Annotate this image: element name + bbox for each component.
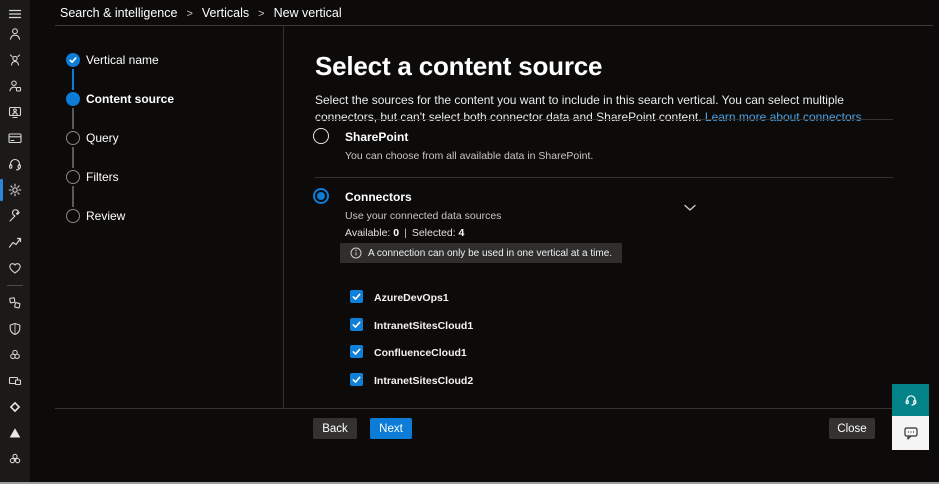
available-label: Available: (345, 227, 391, 239)
next-button[interactable]: Next (370, 418, 412, 439)
step-connector (72, 108, 74, 129)
connection-label-confluencecloud1[interactable]: ConfluenceCloud1 (374, 347, 467, 359)
wizard-step-filters[interactable]: Filters (86, 170, 119, 184)
connection-label-azuredevops1[interactable]: AzureDevOps1 (374, 292, 449, 304)
connection-label-intranetsitescloud1[interactable]: IntranetSitesCloud1 (374, 320, 473, 332)
feedback-button[interactable] (892, 416, 929, 450)
selected-indicator (0, 179, 3, 201)
roles-icon[interactable] (0, 74, 30, 98)
azure-ad-icon[interactable] (0, 447, 30, 471)
radio-selected-dot (317, 192, 325, 200)
users-icon[interactable] (0, 22, 30, 46)
reports-icon[interactable] (0, 230, 30, 254)
step-upcoming-dot[interactable] (66, 131, 80, 145)
info-message: A connection can only be used in one ver… (340, 243, 623, 263)
breadcrumb-separator: > (258, 8, 265, 20)
connectors-option-description: Use your connected data sources (345, 210, 502, 222)
checkbox-confluencecloud1[interactable] (350, 345, 363, 358)
teams-admin-icon[interactable] (0, 421, 30, 445)
help-button[interactable] (892, 384, 929, 416)
section-divider (315, 177, 893, 178)
billing-icon[interactable] (0, 126, 30, 150)
breadcrumb: Search & intelligence > Verticals > New vert… (60, 6, 342, 20)
info-message-text: A connection can only be used in one ver… (368, 247, 613, 259)
back-button[interactable]: Back (313, 418, 357, 439)
checkbox-intranetsitescloud2[interactable] (350, 373, 363, 386)
checkbox-azuredevops1[interactable] (350, 290, 363, 303)
devices-icon[interactable] (0, 100, 30, 124)
connectors-availability: Available: 0 | Selected: 4 (345, 227, 464, 239)
breadcrumb-search-intelligence[interactable]: Search & intelligence (60, 6, 177, 20)
security-icon[interactable] (0, 317, 30, 341)
close-button[interactable]: Close (829, 418, 875, 439)
connectors-option-label[interactable]: Connectors (345, 190, 412, 204)
footer-divider (55, 408, 893, 409)
health-icon[interactable] (0, 256, 30, 280)
breadcrumb-new-vertical: New vertical (273, 6, 342, 20)
wizard-panel-divider (283, 26, 284, 408)
step-connector (72, 186, 74, 207)
step-connector (72, 147, 74, 168)
selected-label: Selected: (411, 227, 456, 239)
setup-icon[interactable] (0, 204, 30, 228)
step-current-dot[interactable] (66, 92, 80, 106)
page-description: Select the sources for the content you w… (315, 92, 892, 125)
teams-groups-icon[interactable] (0, 48, 30, 72)
support-icon[interactable] (0, 152, 30, 176)
connection-label-intranetsitescloud2[interactable]: IntranetSitesCloud2 (374, 375, 473, 387)
connectors-radio[interactable] (313, 188, 329, 204)
breadcrumb-separator: > (186, 8, 193, 20)
sharepoint-option-label[interactable]: SharePoint (345, 130, 408, 144)
breadcrumb-divider (55, 25, 933, 26)
app-window: Search & intelligence > Verticals > New vert… (0, 0, 939, 484)
sidebar (0, 0, 30, 484)
selected-count: 4 (458, 227, 465, 239)
sharepoint-icon[interactable] (0, 395, 30, 419)
compliance-icon[interactable] (0, 343, 30, 367)
step-connector (72, 69, 74, 90)
step-upcoming-dot[interactable] (66, 209, 80, 223)
page-title: Select a content source (315, 51, 603, 82)
exchange-icon[interactable] (0, 369, 30, 393)
chevron-down-icon[interactable] (684, 199, 696, 217)
feedback-bubble-icon (903, 427, 918, 440)
wizard-step-query[interactable]: Query (86, 131, 119, 145)
check-icon (352, 376, 361, 383)
wizard-step-review[interactable]: Review (86, 209, 125, 223)
headset-icon (905, 395, 916, 406)
sharepoint-option-description: You can choose from all available data i… (345, 150, 594, 162)
stats-separator: | (404, 227, 407, 239)
check-icon (352, 293, 361, 300)
endpoint-manager-icon[interactable] (0, 291, 30, 315)
section-divider (315, 119, 893, 120)
step-completed-check-icon[interactable] (66, 53, 80, 67)
check-icon (352, 321, 361, 328)
sidebar-divider (7, 285, 23, 286)
breadcrumb-verticals[interactable]: Verticals (202, 6, 249, 20)
settings-icon[interactable] (0, 178, 30, 202)
sharepoint-radio[interactable] (313, 128, 329, 144)
wizard-step-vertical-name[interactable]: Vertical name (86, 53, 159, 67)
available-count: 0 (393, 227, 400, 239)
wizard-step-content-source[interactable]: Content source (86, 92, 174, 106)
info-icon (350, 247, 362, 259)
check-icon (352, 348, 361, 355)
step-upcoming-dot[interactable] (66, 170, 80, 184)
checkbox-intranetsitescloud1[interactable] (350, 318, 363, 331)
learn-more-link[interactable]: Learn more about connectors (705, 110, 862, 124)
